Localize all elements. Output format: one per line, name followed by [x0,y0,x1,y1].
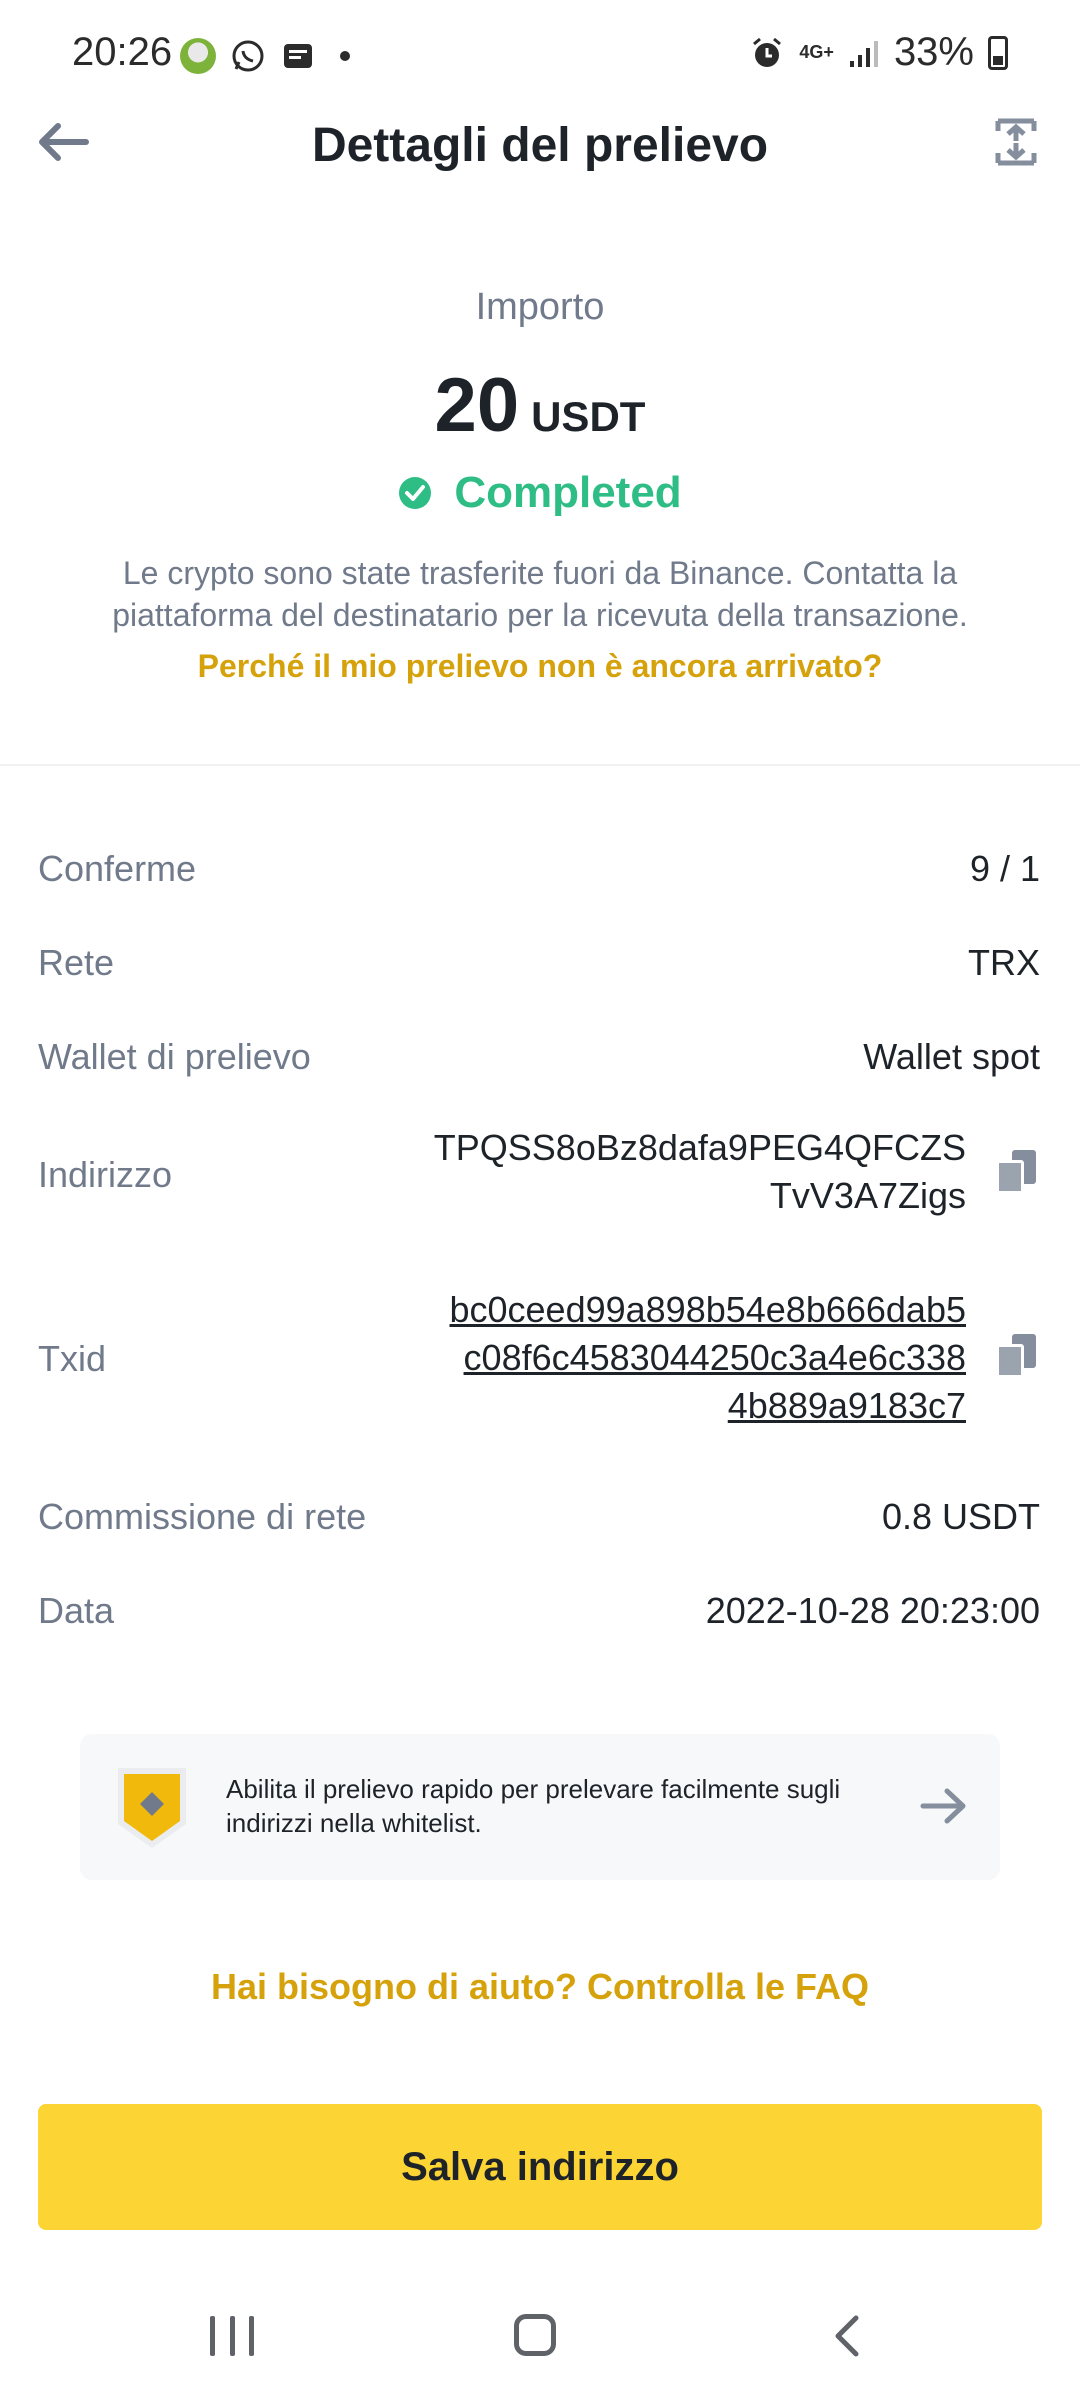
address-line: TvV3A7Zigs [769,1175,966,1216]
amount-label: Importo [475,286,605,328]
nav-back-button[interactable] [826,2314,870,2358]
page-title: Dettagli del prelievo [311,119,769,172]
divider [0,764,1080,766]
share-icon [995,118,1037,166]
fee-value: 0.8 USDT [881,1496,1040,1537]
confirmations-label: Conferme [38,848,197,889]
quick-withdraw-banner[interactable]: Abilita il prelievo rapido per prelevare… [80,1734,1000,1880]
status-text: Completed [454,468,682,517]
message-icon [284,44,312,68]
network-value: TRX [968,942,1040,983]
network-type: 4G+ [799,42,834,62]
address-line: TPQSS8oBz8dafa9PEG4QFCZS [433,1127,966,1168]
date-value: 2022-10-28 20:23:00 [705,1590,1040,1631]
address-label: Indirizzo [38,1154,173,1195]
battery-percent: 33% [893,30,974,74]
notification-icons [180,38,350,74]
amount-unit: USDT [531,393,646,440]
arrow-right-icon [916,1778,972,1834]
home-button[interactable] [514,2314,556,2356]
check-circle-icon [399,477,432,509]
confirmations-value: 9 / 1 [969,848,1040,889]
network-label: Rete [38,942,115,983]
save-address-button[interactable]: Salva indirizzo [38,2104,1042,2230]
faq-link[interactable]: Hai bisogno di aiuto? Controlla le FAQ [0,1966,1080,2008]
date-label: Data [38,1590,115,1631]
share-button[interactable] [986,112,1046,172]
withdrawal-help-link[interactable]: Perché il mio prelievo non è ancora arri… [0,648,1080,685]
app-icon [180,38,216,74]
amount-value: 20 [434,363,520,448]
txid-line: bc0ceed99a898b54e8b666dab5 [449,1289,966,1330]
amount-row: 20 USDT [0,362,1080,449]
battery-icon [988,35,1008,70]
shield-icon [116,1766,188,1850]
status-row: Completed [0,468,1080,518]
address-value: TPQSS8oBz8dafa9PEG4QFCZS TvV3A7Zigs [434,1124,966,1220]
txid-line: 4b889a9183c7 [727,1385,966,1426]
txid-line: c08f6c4583044250c3a4e6c338 [463,1337,966,1378]
status-right: 4G+ 33% [749,30,1008,75]
txid-label: Txid [38,1338,107,1379]
wallet-label: Wallet di prelievo [38,1036,311,1077]
chevron-left-icon [835,2315,859,2357]
dot-icon [340,51,350,61]
alarm-icon [753,37,782,67]
fee-label: Commissione di rete [38,1496,367,1537]
signal-icon [849,40,878,67]
banner-text: Abilita il prelievo rapido per prelevare… [226,1774,841,1838]
copy-txid-button[interactable] [996,1334,1036,1378]
status-time: 20:26 [72,30,173,74]
copy-address-button[interactable] [996,1150,1036,1194]
txid-link[interactable]: bc0ceed99a898b54e8b666dab5 c08f6c4583044… [449,1286,966,1430]
info-text: Le crypto sono state trasferite fuori da… [112,555,968,633]
recents-button[interactable] [210,2316,254,2356]
wallet-value: Wallet spot [863,1036,1040,1077]
whatsapp-icon [232,40,264,72]
